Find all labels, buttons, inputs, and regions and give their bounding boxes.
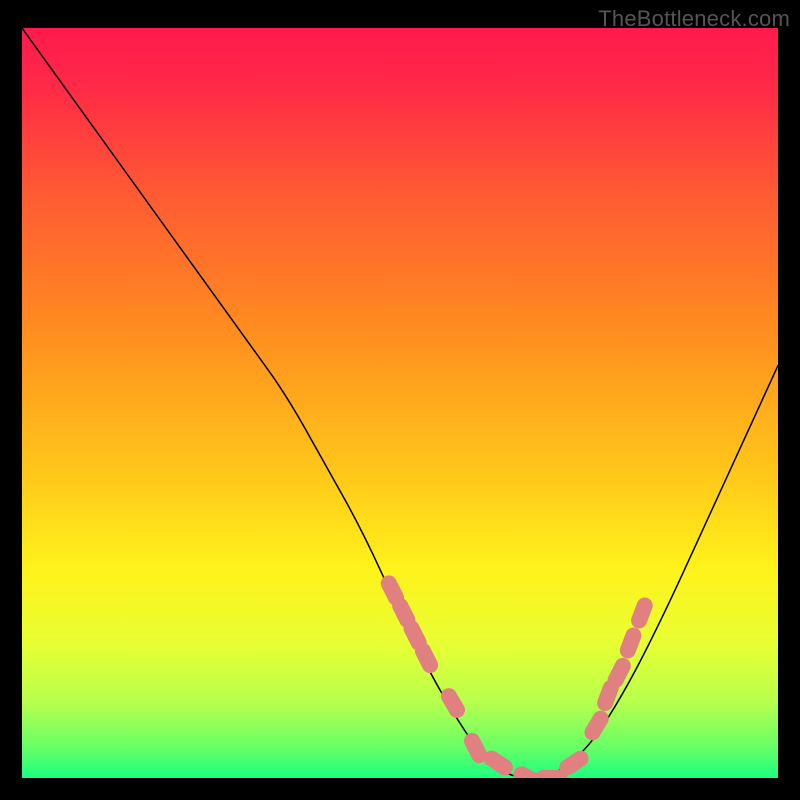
watermark-text: TheBottleneck.com bbox=[598, 6, 790, 32]
chart-frame: TheBottleneck.com bbox=[0, 0, 800, 800]
plot-area bbox=[22, 28, 778, 778]
plot-svg bbox=[22, 28, 778, 778]
plot-background bbox=[22, 28, 778, 778]
